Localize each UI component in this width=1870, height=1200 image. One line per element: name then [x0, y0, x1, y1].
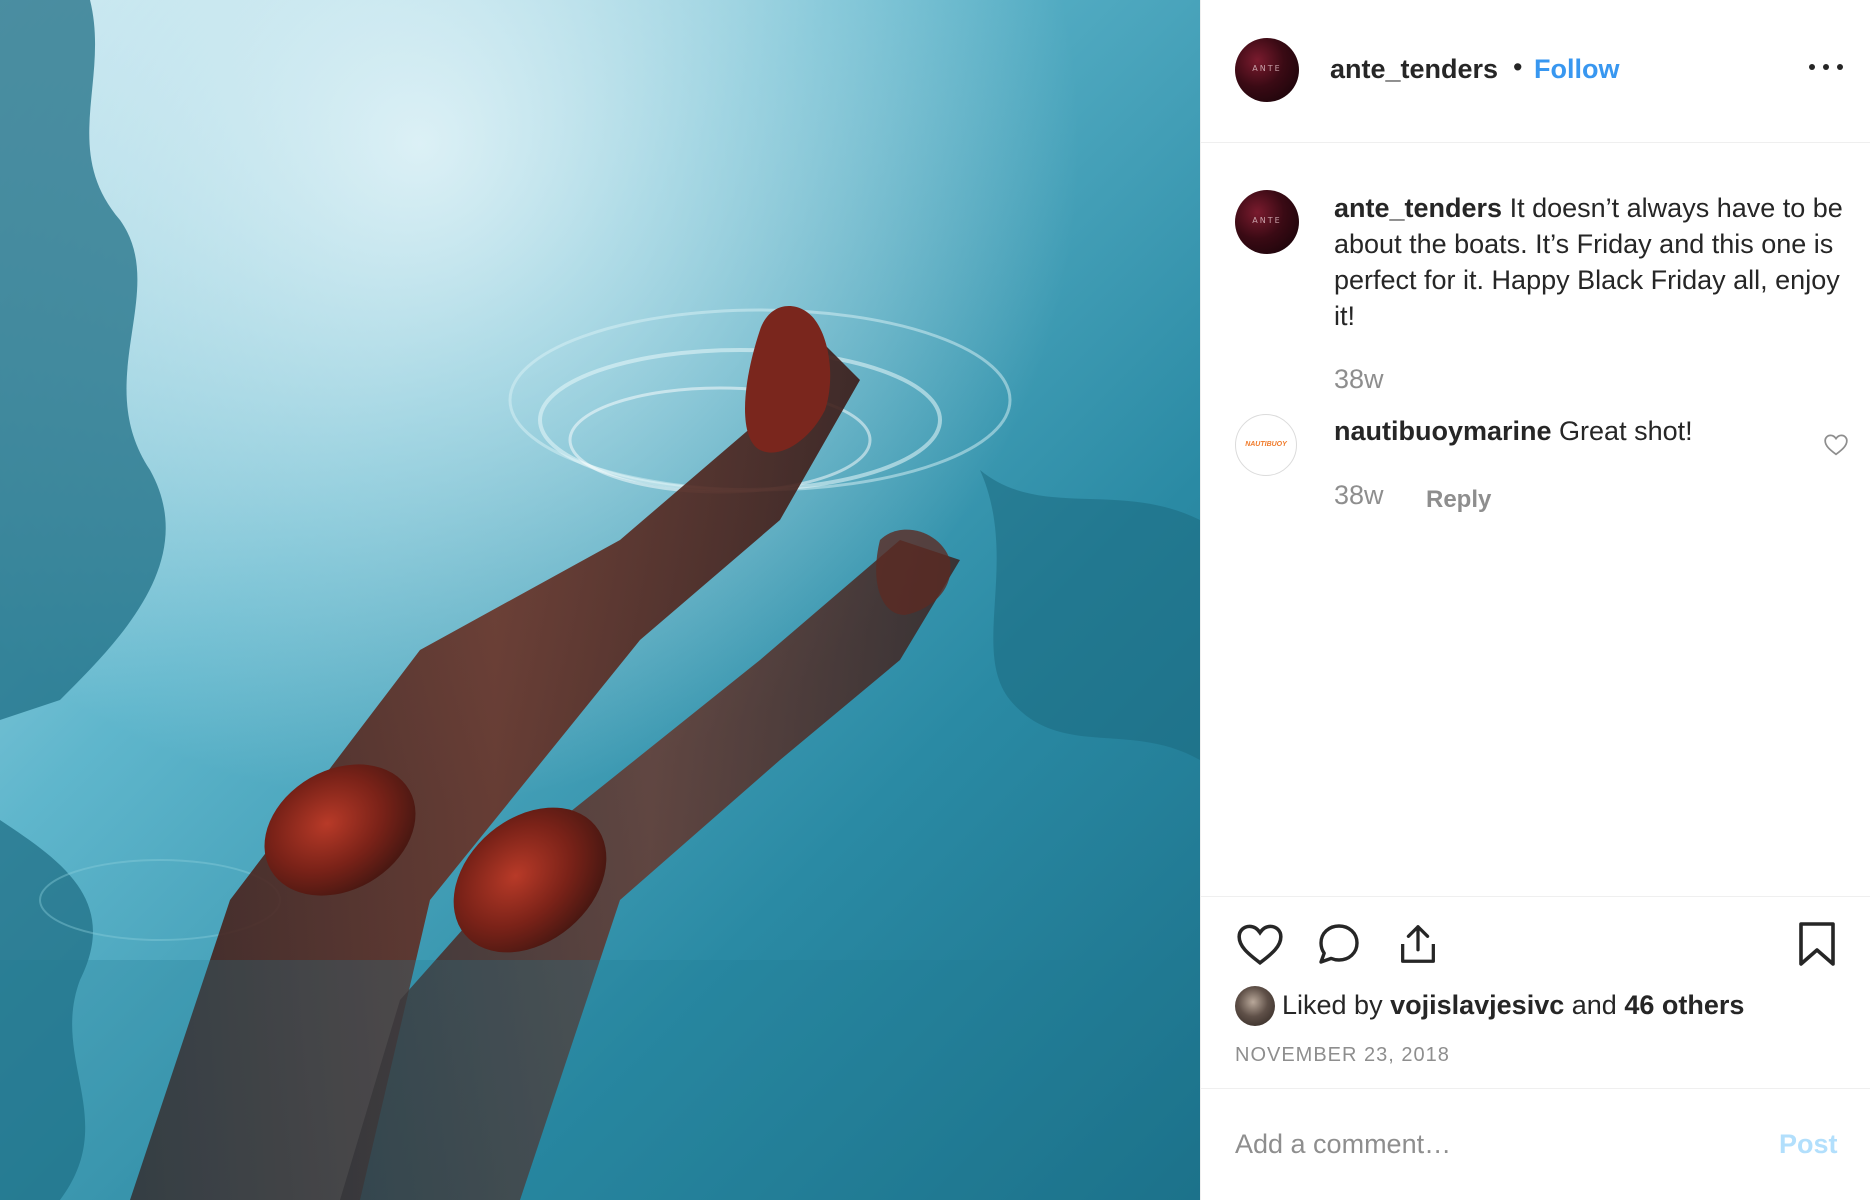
- post-caption: ante_tenders It doesn’t always have to b…: [1334, 190, 1854, 334]
- follow-button[interactable]: Follow: [1534, 54, 1619, 85]
- comment-icon[interactable]: [1315, 920, 1363, 968]
- likes-and: and: [1571, 990, 1617, 1020]
- post-sidebar: ANTE ante_tenders • Follow ANTE ante_ten…: [1200, 0, 1870, 1200]
- comment-text: Great shot!: [1559, 416, 1693, 446]
- bookmark-icon[interactable]: [1797, 920, 1837, 968]
- pool-legs-image: [0, 0, 1200, 1200]
- author-username[interactable]: ante_tenders: [1330, 54, 1498, 85]
- reply-button[interactable]: Reply: [1426, 486, 1491, 514]
- add-comment-bar: Post: [1201, 1088, 1870, 1200]
- post-date[interactable]: NOVEMBER 23, 2018: [1235, 1044, 1450, 1067]
- header-separator: •: [1513, 52, 1523, 82]
- comment-heart-icon[interactable]: [1823, 432, 1849, 456]
- commenter-avatar[interactable]: NAUTIBUOY: [1235, 414, 1297, 476]
- actions-divider: [1201, 896, 1870, 897]
- post-header: ANTE ante_tenders • Follow: [1201, 0, 1870, 143]
- comment-username[interactable]: nautibuoymarine: [1334, 416, 1552, 446]
- commenter-avatar-logo: NAUTIBUOY: [1245, 441, 1287, 448]
- caption-author-avatar[interactable]: ANTE: [1235, 190, 1299, 254]
- post-photo[interactable]: [0, 0, 1200, 1200]
- caption-avatar-mark: ANTE: [1252, 216, 1282, 225]
- comment-timestamp[interactable]: 38w: [1334, 480, 1384, 511]
- more-horizontal-icon[interactable]: [1809, 64, 1843, 74]
- post-comment-button[interactable]: Post: [1779, 1129, 1838, 1160]
- caption-timestamp[interactable]: 38w: [1334, 364, 1384, 395]
- comment-item: nautibuoymarine Great shot!: [1334, 416, 1693, 447]
- heart-icon[interactable]: [1235, 920, 1285, 966]
- likes-text: Liked by vojislavjesivc and 46 others: [1282, 990, 1744, 1021]
- likes-prefix: Liked by: [1282, 990, 1383, 1020]
- share-icon[interactable]: [1395, 920, 1441, 968]
- comment-input[interactable]: [1235, 1119, 1735, 1169]
- author-avatar[interactable]: ANTE: [1235, 38, 1299, 102]
- liker-username[interactable]: vojislavjesivc: [1390, 990, 1564, 1020]
- caption-username[interactable]: ante_tenders: [1334, 193, 1502, 223]
- author-avatar-mark: ANTE: [1252, 64, 1282, 73]
- likes-others-link[interactable]: 46 others: [1624, 990, 1744, 1020]
- liker-avatar[interactable]: [1235, 986, 1275, 1026]
